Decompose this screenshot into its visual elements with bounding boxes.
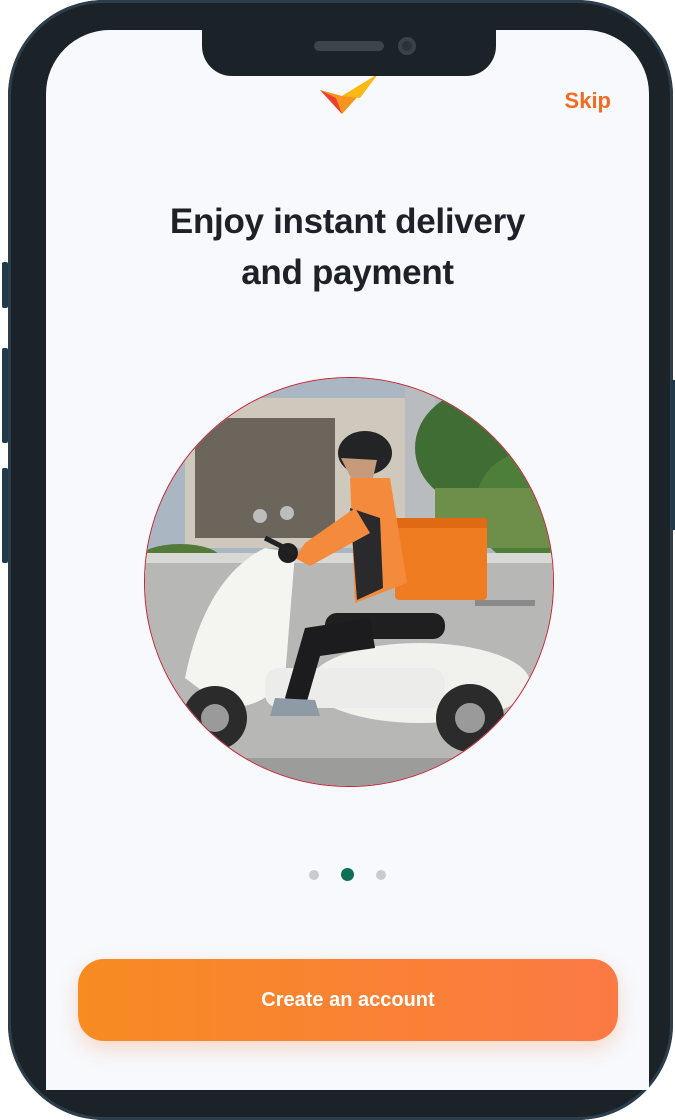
power-button: [671, 380, 675, 530]
onboarding-title: Enjoy instant delivery and payment: [46, 196, 649, 298]
speaker-grille: [314, 41, 384, 51]
app-screen: Skip Enjoy instant delivery and payment: [46, 30, 649, 1090]
phone-frame: Skip Enjoy instant delivery and payment: [2, 0, 675, 1120]
front-camera-icon: [398, 37, 416, 55]
hero-image: [144, 377, 554, 787]
mute-switch: [2, 262, 8, 308]
scooter-illustration: [145, 378, 553, 786]
pagination-dot-2-active[interactable]: [341, 868, 354, 881]
volume-up-button: [2, 348, 8, 443]
checkmark-logo-icon: [320, 74, 378, 116]
title-line-2: and payment: [241, 253, 454, 292]
volume-down-button: [2, 468, 8, 563]
title-line-1: Enjoy instant delivery: [169, 202, 526, 241]
skip-button[interactable]: Skip: [565, 88, 611, 114]
device-notch: [202, 30, 496, 76]
pagination-dot-1[interactable]: [309, 869, 319, 880]
pagination-dot-3[interactable]: [376, 869, 386, 880]
create-account-button[interactable]: Create an account: [78, 959, 618, 1041]
pagination-dots: [46, 868, 649, 881]
